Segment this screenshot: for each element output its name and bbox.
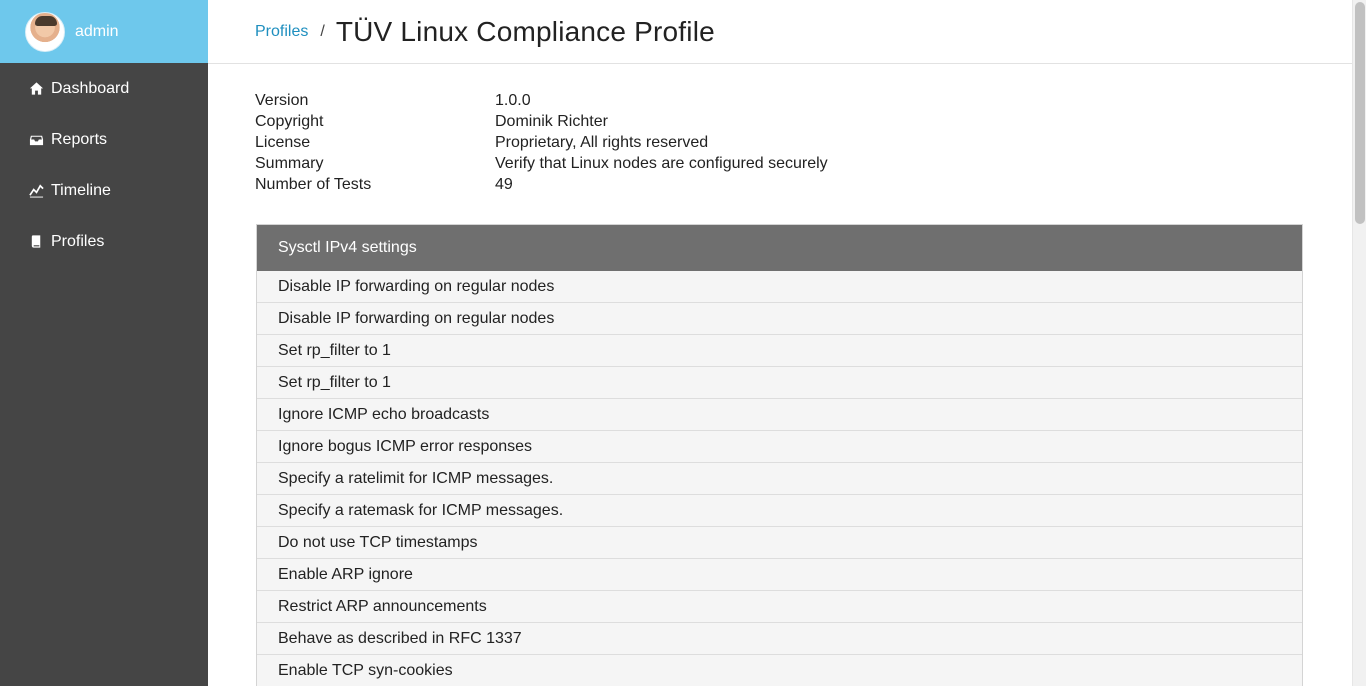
meta-label: Number of Tests (255, 176, 372, 193)
meta-label: License (255, 134, 311, 151)
sidebar-item-label: Reports (51, 130, 108, 148)
book-icon (28, 234, 44, 250)
test-list: Disable IP forwarding on regular nodes D… (257, 271, 1302, 686)
vertical-scrollbar[interactable] (1352, 0, 1366, 686)
meta-row-license: License Proprietary, All rights reserved (255, 132, 1352, 153)
user-name[interactable]: admin (75, 23, 119, 41)
list-item[interactable]: Ignore bogus ICMP error responses (257, 431, 1302, 463)
list-item[interactable]: Disable IP forwarding on regular nodes (257, 271, 1302, 303)
sidebar-item-reports[interactable]: Reports (0, 114, 208, 165)
list-item[interactable]: Disable IP forwarding on regular nodes (257, 303, 1302, 335)
list-item[interactable]: Specify a ratemask for ICMP messages. (257, 495, 1302, 527)
panel-header[interactable]: Sysctl IPv4 settings (257, 225, 1302, 271)
list-item[interactable]: Restrict ARP announcements (257, 591, 1302, 623)
list-item[interactable]: Set rp_filter to 1 (257, 367, 1302, 399)
list-item[interactable]: Set rp_filter to 1 (257, 335, 1302, 367)
meta-row-copyright: Copyright Dominik Richter (255, 111, 1352, 132)
sidebar: admin Dashboard Reports Timeline Profile… (0, 0, 208, 686)
breadcrumb-profiles-link[interactable]: Profiles (255, 23, 308, 41)
meta-label: Copyright (255, 113, 324, 130)
list-item[interactable]: Behave as described in RFC 1337 (257, 623, 1302, 655)
meta-label: Version (255, 92, 309, 109)
sidebar-nav: Dashboard Reports Timeline Profiles (0, 63, 208, 267)
page-header: Profiles / TÜV Linux Compliance Profile (208, 0, 1352, 64)
profile-metadata: Version 1.0.0 Copyright Dominik Richter … (255, 90, 1352, 195)
sidebar-item-label: Timeline (51, 181, 111, 199)
main-content: Profiles / TÜV Linux Compliance Profile … (208, 0, 1352, 686)
list-item[interactable]: Specify a ratelimit for ICMP messages. (257, 463, 1302, 495)
meta-value: 49 (495, 176, 513, 193)
list-item[interactable]: Enable TCP syn-cookies (257, 655, 1302, 686)
meta-value: Verify that Linux nodes are configured s… (495, 155, 828, 172)
user-bar[interactable]: admin (0, 0, 208, 63)
meta-value: Dominik Richter (495, 113, 608, 130)
line-chart-icon (28, 183, 44, 199)
page-title: TÜV Linux Compliance Profile (335, 15, 715, 47)
breadcrumb-separator: / (320, 22, 325, 40)
sidebar-item-timeline[interactable]: Timeline (0, 165, 208, 216)
sidebar-item-label: Profiles (51, 232, 105, 250)
meta-row-summary: Summary Verify that Linux nodes are conf… (255, 153, 1352, 174)
list-item[interactable]: Do not use TCP timestamps (257, 527, 1302, 559)
list-item[interactable]: Enable ARP ignore (257, 559, 1302, 591)
sidebar-item-label: Dashboard (51, 79, 130, 97)
meta-value: 1.0.0 (495, 92, 531, 109)
avatar[interactable] (25, 11, 65, 52)
meta-row-version: Version 1.0.0 (255, 90, 1352, 111)
scrollbar-thumb[interactable] (1355, 2, 1365, 224)
meta-row-number-of-tests: Number of Tests 49 (255, 174, 1352, 195)
meta-label: Summary (255, 155, 324, 172)
home-icon (28, 81, 44, 97)
app-root: admin Dashboard Reports Timeline Profile… (0, 0, 1366, 686)
test-group-panel: Sysctl IPv4 settings Disable IP forwardi… (256, 224, 1303, 686)
sidebar-item-dashboard[interactable]: Dashboard (0, 63, 208, 114)
meta-value: Proprietary, All rights reserved (495, 134, 709, 151)
inbox-icon (28, 132, 44, 148)
sidebar-item-profiles[interactable]: Profiles (0, 216, 208, 267)
list-item[interactable]: Ignore ICMP echo broadcasts (257, 399, 1302, 431)
